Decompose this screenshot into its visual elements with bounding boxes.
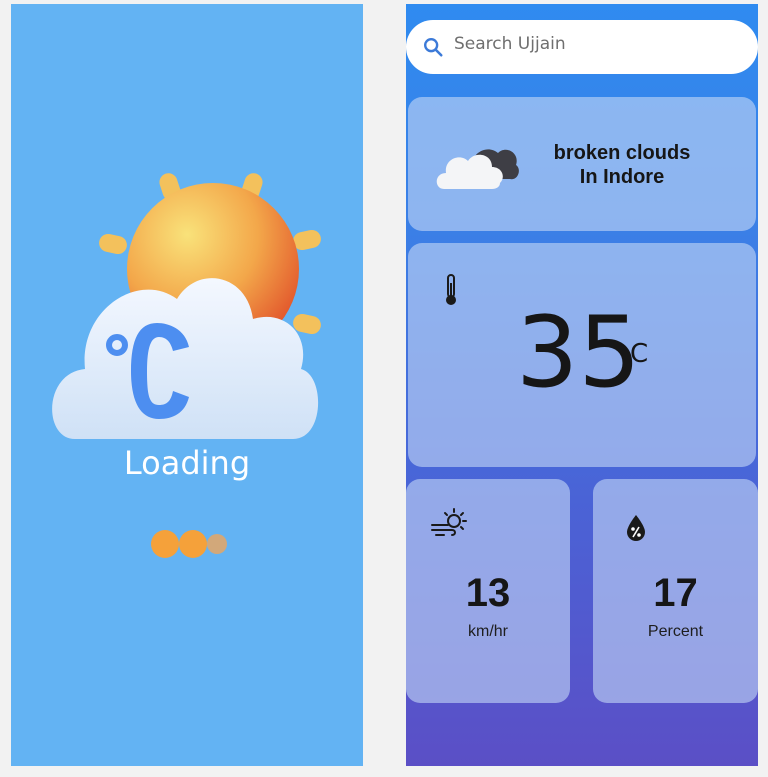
condition-card: broken clouds In Indore [408, 97, 756, 231]
humidity-value: 17 [653, 571, 698, 615]
loading-dot [179, 530, 207, 558]
humidity-icon [627, 515, 645, 541]
weather-screen: Search Ujjain broken clouds In Indore 35… [406, 4, 758, 766]
condition-location: In Indore [579, 166, 665, 188]
temperature-card: 35 C [408, 243, 756, 467]
condition-description: broken clouds [553, 142, 691, 164]
broken-clouds-icon [436, 149, 519, 189]
loading-dot [151, 530, 179, 558]
search-input[interactable]: Search Ujjain [454, 34, 566, 54]
loading-spinner [145, 526, 235, 562]
loading-dot [207, 534, 227, 554]
loading-label: Loading [123, 444, 251, 482]
wind-sun-icon [431, 508, 467, 536]
wind-card: 13 km/hr [406, 479, 570, 703]
loading-screen: Loading [11, 4, 363, 766]
wind-value: 13 [465, 571, 511, 615]
search-icon[interactable] [422, 36, 444, 58]
wind-unit: km/hr [468, 623, 508, 640]
humidity-card: 17 Percent [593, 479, 758, 703]
condition-text: broken clouds In Indore [542, 141, 702, 189]
weather-logo-icon [52, 173, 321, 439]
search-bar[interactable]: Search Ujjain [406, 20, 758, 74]
temperature-value: 35 [516, 296, 641, 410]
thermometer-icon [446, 274, 456, 305]
humidity-unit: Percent [647, 623, 704, 640]
temperature-unit: C [630, 339, 649, 369]
